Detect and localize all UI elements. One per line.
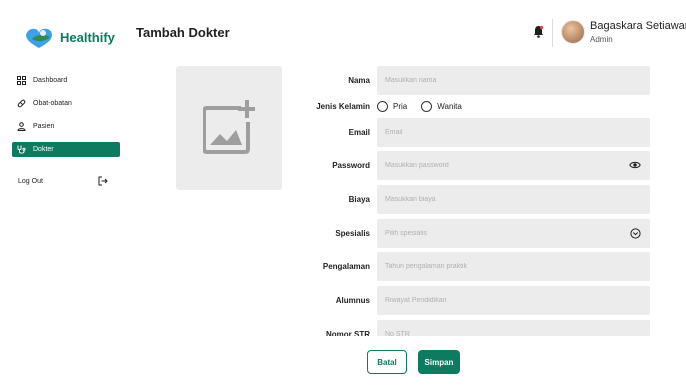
logout-label: Log Out	[18, 177, 43, 185]
scroll-clip: Nomor STR	[290, 320, 650, 336]
nama-row: Nama	[290, 66, 650, 95]
sidebar-item-label: Dashboard	[33, 77, 68, 84]
pengalaman-input[interactable]	[377, 252, 650, 281]
password-input[interactable]	[377, 151, 650, 180]
add-image-icon	[203, 100, 255, 154]
gender-option-label: Pria	[393, 102, 408, 111]
biaya-input[interactable]	[377, 185, 650, 214]
doctor-icon	[17, 145, 26, 154]
radio-button[interactable]	[377, 101, 388, 112]
gender-radio-group: Pria Wanita	[377, 101, 476, 112]
sidebar-item-label: Obat-obatan	[33, 100, 72, 107]
email-label: Email	[348, 128, 370, 137]
user-name: Bagaskara Setiawan	[590, 20, 686, 32]
alumnus-label: Alumnus	[335, 296, 370, 305]
cancel-button[interactable]: Batal	[367, 350, 407, 374]
nomor-str-row: Nomor STR	[290, 320, 650, 336]
gender-option-pria[interactable]: Pria	[377, 101, 407, 112]
eye-icon[interactable]	[629, 160, 641, 170]
user-role: Admin	[590, 35, 613, 44]
nama-input[interactable]	[377, 66, 650, 95]
biaya-label: Biaya	[348, 195, 370, 204]
header-divider	[552, 19, 553, 47]
alumnus-row: Alumnus	[290, 286, 650, 315]
app-window: Healthify Tambah Dokter Bagaskara Setiaw…	[0, 0, 686, 390]
app-name: Healthify	[60, 29, 115, 45]
chevron-down-icon[interactable]	[630, 228, 641, 239]
spesialis-select[interactable]	[377, 219, 650, 248]
spesialis-row: Spesialis	[290, 219, 650, 248]
pill-icon	[17, 99, 26, 108]
sidebar-item-label: Pasien	[33, 123, 55, 130]
bell-icon	[534, 25, 544, 38]
pengalaman-label: Pengalaman	[322, 262, 370, 271]
gender-label: Jenis Kelamin	[316, 102, 370, 111]
page-title: Tambah Dokter	[136, 25, 230, 40]
gender-option-wanita[interactable]: Wanita	[421, 101, 462, 112]
dashboard-icon	[17, 76, 26, 85]
spesialis-label: Spesialis	[335, 229, 370, 238]
avatar[interactable]	[561, 20, 585, 44]
alumnus-input[interactable]	[377, 286, 650, 315]
email-row: Email	[290, 118, 650, 147]
password-label: Password	[332, 161, 370, 170]
nomor-str-input[interactable]	[377, 320, 650, 336]
nomor-str-label: Nomor STR	[326, 330, 370, 336]
photo-upload[interactable]	[176, 66, 282, 190]
healthify-logo-icon	[26, 28, 52, 48]
sidebar-item-obat[interactable]: Obat-obatan	[12, 96, 120, 111]
sidebar-nav: Dashboard Obat-obatan Pasien Dokter	[12, 73, 120, 165]
radio-button[interactable]	[421, 101, 433, 112]
biaya-row: Biaya	[290, 185, 650, 214]
sidebar-item-dokter[interactable]: Dokter	[12, 142, 120, 157]
sidebar-item-pasien[interactable]: Pasien	[12, 119, 120, 134]
app-logo[interactable]: Healthify	[22, 25, 115, 49]
sidebar-item-dashboard[interactable]: Dashboard	[12, 73, 120, 88]
pengalaman-row: Pengalaman	[290, 252, 650, 281]
logout-icon	[98, 176, 108, 186]
user-icon	[17, 122, 26, 131]
password-row: Password	[290, 151, 650, 180]
notification-button[interactable]	[533, 25, 544, 43]
gender-option-label: Wanita	[437, 102, 462, 111]
email-input[interactable]	[377, 118, 650, 147]
sidebar-item-label: Dokter	[33, 146, 54, 153]
nama-label: Nama	[348, 76, 370, 85]
logout-button[interactable]: Log Out	[18, 175, 108, 187]
save-button[interactable]: Simpan	[418, 350, 460, 374]
gender-row: Jenis Kelamin Pria Wanita	[290, 92, 650, 121]
